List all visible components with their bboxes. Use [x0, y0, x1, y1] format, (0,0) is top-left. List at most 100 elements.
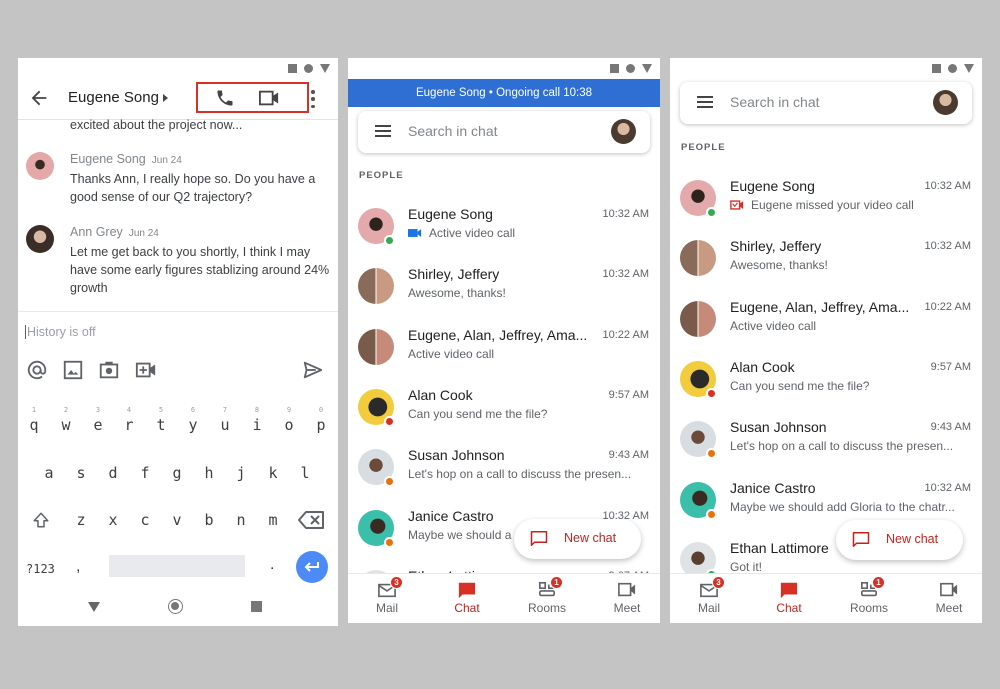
key-f[interactable]: f	[134, 464, 156, 482]
key-n[interactable]: n	[230, 511, 252, 529]
account-avatar[interactable]	[611, 119, 636, 144]
avatar[interactable]	[26, 225, 54, 253]
more-vert-icon[interactable]	[311, 90, 315, 108]
key-r[interactable]: 4r	[118, 406, 140, 434]
ongoing-call-banner[interactable]: Eugene Song • Ongoing call 10:38	[348, 79, 660, 107]
chat-list-item[interactable]: Alan Cook 9:57 AM Can you send me the file…	[670, 357, 982, 417]
chat-list-item[interactable]: Eugene Song 10:32 AM Eugene missed your vi…	[670, 176, 982, 236]
key-l[interactable]: l	[294, 464, 316, 482]
nav-tab-chat[interactable]: Chat	[750, 574, 828, 623]
key-a[interactable]: a	[38, 464, 60, 482]
divider	[18, 311, 338, 312]
chat-list-item[interactable]: Eugene, Alan, Jeffrey, Ama... 10:22 AM Act…	[670, 297, 982, 357]
avatar[interactable]	[26, 152, 54, 180]
status-signal-icon	[642, 63, 652, 73]
menu-icon[interactable]	[697, 96, 713, 108]
chat-list-item[interactable]: Alan Cook 9:57 AM Can you send me the file…	[348, 385, 660, 445]
chat-list-item[interactable]: Eugene Song 10:32 AM Active video call	[348, 204, 660, 264]
chat-list-item[interactable]: Susan Johnson 9:43 AM Let's hop on a call …	[348, 445, 660, 505]
key-t[interactable]: 5t	[150, 406, 172, 434]
nav-tab-label: Meet	[935, 601, 963, 615]
message-sender: Ann Grey	[70, 225, 123, 239]
chat-time: 9:57 AM	[930, 360, 971, 373]
caret-right-icon[interactable]	[163, 94, 168, 102]
key-g[interactable]: g	[166, 464, 188, 482]
mention-icon[interactable]	[26, 359, 48, 381]
arrow-back-icon[interactable]	[28, 87, 50, 109]
chat-icon	[780, 582, 798, 599]
comma-key[interactable]: ,	[76, 558, 80, 576]
nav-tab-chat[interactable]: Chat	[428, 574, 506, 623]
key-i[interactable]: 8i	[246, 406, 268, 434]
search-bar[interactable]: Search in chat	[680, 82, 972, 124]
account-avatar[interactable]	[933, 90, 958, 115]
period-key[interactable]: .	[270, 556, 274, 574]
key-k[interactable]: k	[262, 464, 284, 482]
key-s[interactable]: s	[70, 464, 92, 482]
send-icon[interactable]	[302, 359, 324, 381]
chat-snippet: Active video call	[408, 347, 494, 361]
camera-icon[interactable]	[98, 359, 120, 381]
add-video-icon[interactable]	[135, 359, 157, 381]
chat-name: Eugene Song	[408, 206, 493, 222]
key-p[interactable]: 0p	[310, 406, 332, 434]
presence-dnd-icon	[706, 387, 717, 399]
videocam-icon[interactable]	[258, 88, 280, 108]
key-b[interactable]: b	[198, 511, 220, 529]
new-chat-button[interactable]: New chat	[514, 519, 641, 559]
key-e[interactable]: 3e	[87, 406, 109, 434]
key-m[interactable]: m	[262, 511, 284, 529]
chat-snippet-text: Got it!	[730, 559, 763, 574]
key-o[interactable]: 9o	[278, 406, 300, 434]
nav-tab-rooms[interactable]: 1 Rooms	[508, 574, 586, 623]
chat-icon	[458, 582, 476, 599]
nav-home-icon[interactable]	[168, 599, 183, 614]
search-input[interactable]: Search in chat	[408, 123, 498, 139]
backspace-icon[interactable]	[298, 511, 324, 529]
key-y[interactable]: 6y	[182, 406, 204, 434]
new-chat-button[interactable]: New chat	[836, 520, 963, 560]
chat-list-item[interactable]: Susan Johnson 9:43 AM Let's hop on a call …	[670, 417, 982, 477]
nav-recents-icon[interactable]	[251, 601, 262, 612]
shift-icon[interactable]	[32, 511, 50, 529]
nav-tab-mail[interactable]: 3 Mail	[670, 574, 748, 623]
nav-tab-rooms[interactable]: 1 Rooms	[830, 574, 908, 623]
space-key[interactable]	[109, 555, 245, 577]
key-d[interactable]: d	[102, 464, 124, 482]
symbols-key[interactable]: ?123	[26, 562, 55, 576]
conversation-screen: Eugene Song excited about the project no…	[18, 58, 338, 626]
conversation-title[interactable]: Eugene Song	[68, 89, 159, 106]
key-w[interactable]: 2w	[55, 406, 77, 434]
key-u[interactable]: 7u	[214, 406, 236, 434]
search-bar[interactable]: Search in chat	[358, 111, 650, 153]
avatar	[358, 328, 394, 365]
keyboard: 1q 2w 3e 4r 5t 6y 7u 8i 9o 0p a s d f g …	[18, 398, 338, 588]
key-q[interactable]: 1q	[23, 406, 45, 434]
nav-tab-label: Rooms	[849, 601, 888, 615]
menu-icon[interactable]	[375, 125, 391, 137]
key-j[interactable]: j	[230, 464, 252, 482]
key-h[interactable]: h	[198, 464, 220, 482]
key-v[interactable]: v	[166, 511, 188, 529]
chat-list-item[interactable]: Shirley, Jeffery 10:32 AM Awesome, thanks!	[670, 236, 982, 296]
nav-tab-meet[interactable]: Meet	[588, 574, 660, 623]
nav-tab-label: Mail	[375, 601, 398, 615]
key-c[interactable]: c	[134, 511, 156, 529]
chat-list-item[interactable]: Eugene, Alan, Jeffrey, Ama... 10:22 AM Act…	[348, 325, 660, 385]
chat-list-item[interactable]: Shirley, Jeffery 10:32 AM Awesome, thanks!	[348, 264, 660, 324]
key-z[interactable]: z	[70, 511, 92, 529]
key-x[interactable]: x	[102, 511, 124, 529]
nav-back-icon[interactable]	[88, 602, 100, 612]
nav-tab-mail[interactable]: 3 Mail	[348, 574, 426, 623]
phone-icon[interactable]	[215, 88, 235, 108]
presence-dnd-icon	[384, 415, 395, 427]
chat-name: Shirley, Jeffery	[730, 238, 822, 255]
chat-snippet-text: Awesome, thanks!	[730, 258, 828, 273]
search-input[interactable]: Search in chat	[730, 94, 820, 110]
message-input[interactable]: History is off	[25, 325, 96, 339]
enter-key[interactable]	[296, 551, 328, 583]
image-icon[interactable]	[62, 359, 84, 381]
nav-tab-meet[interactable]: Meet	[910, 574, 982, 623]
status-square-icon	[288, 63, 297, 73]
chat-snippet: Can you send me the file?	[730, 379, 869, 393]
